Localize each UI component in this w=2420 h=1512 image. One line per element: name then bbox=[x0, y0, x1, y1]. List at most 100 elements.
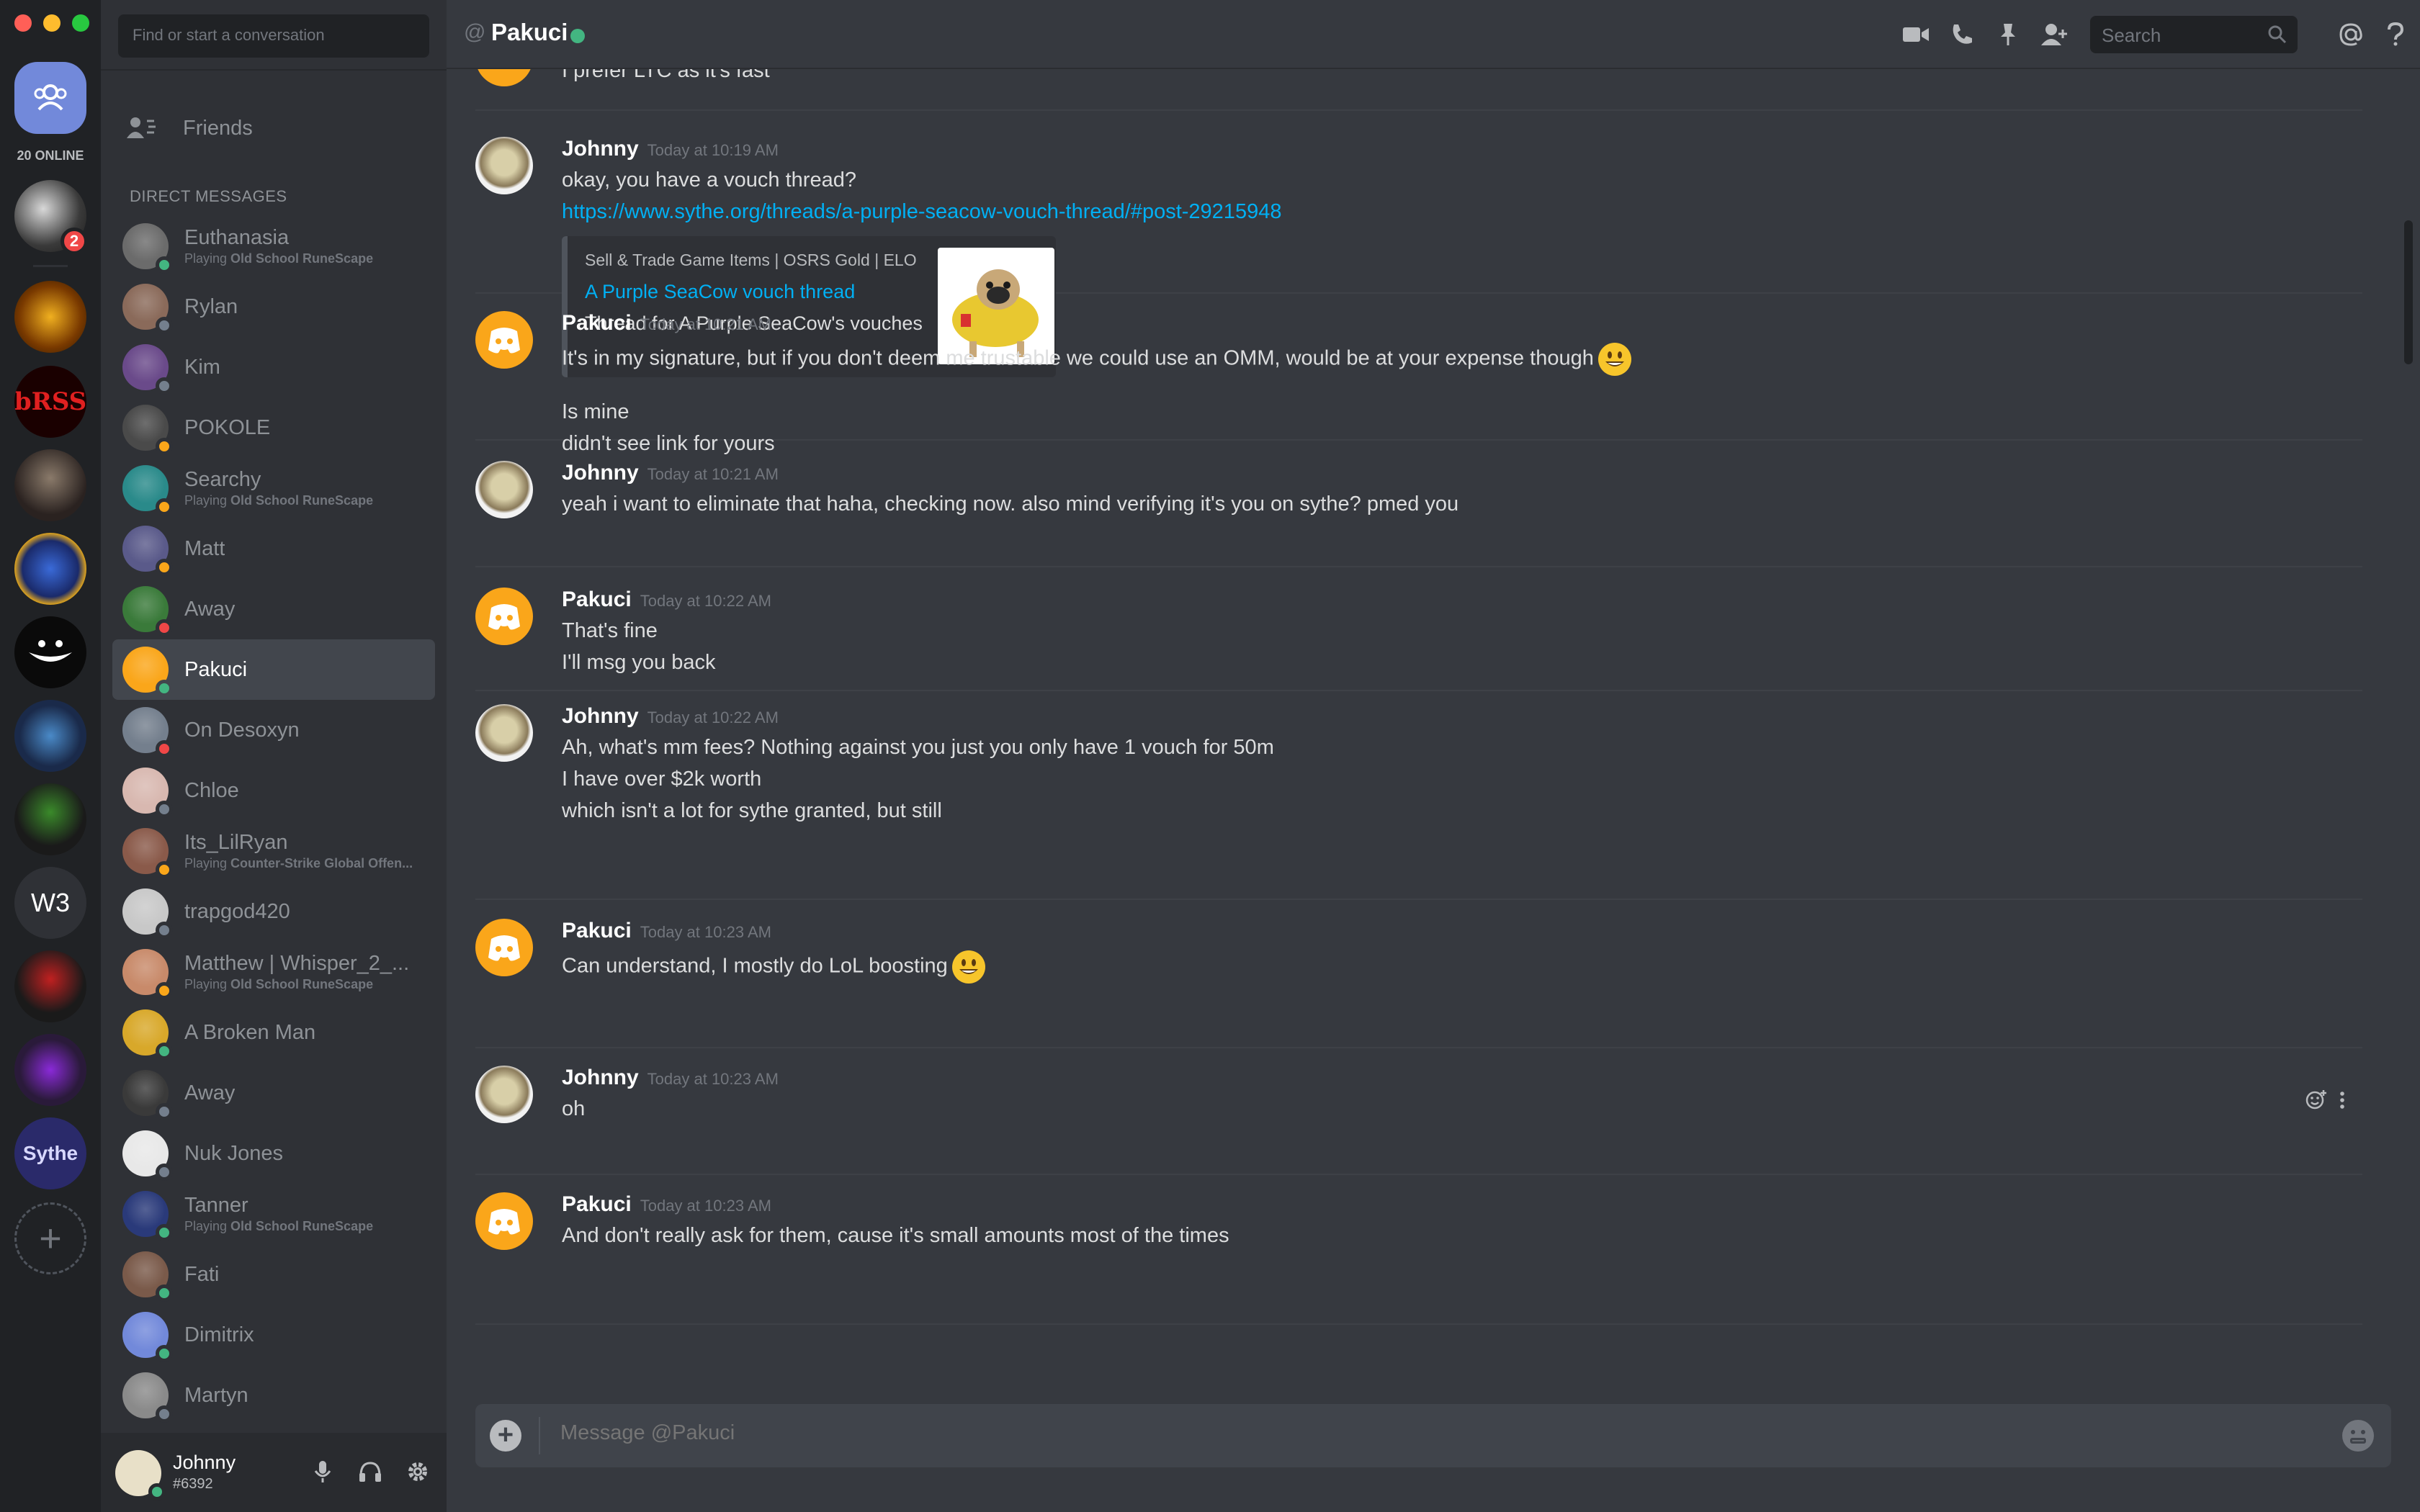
author-name[interactable]: Pakuci bbox=[562, 1192, 632, 1216]
guild-icon[interactable]: W3 bbox=[14, 867, 86, 939]
author-name[interactable]: Johnny bbox=[562, 137, 639, 161]
message-avatar[interactable] bbox=[475, 311, 533, 369]
dm-item[interactable]: Dimitrix bbox=[112, 1305, 435, 1365]
message-avatar[interactable] bbox=[475, 69, 533, 86]
message-author[interactable]: Johnny Today at 10:23 AM bbox=[562, 1066, 779, 1090]
author-name[interactable]: Pakuci bbox=[562, 588, 632, 611]
message-author[interactable]: Pakuci Today at 10:22 AM bbox=[562, 588, 771, 612]
message-author[interactable]: Johnny Today at 10:19 AM bbox=[562, 137, 779, 161]
message-link[interactable]: https://www.sythe.org/threads/a-purple-s… bbox=[562, 200, 1281, 224]
message-input[interactable] bbox=[560, 1421, 2217, 1445]
author-name[interactable]: Pakuci bbox=[562, 311, 632, 335]
add-server-button[interactable]: + bbox=[14, 1202, 86, 1274]
video-call-icon[interactable] bbox=[1900, 19, 1932, 50]
more-options-icon[interactable] bbox=[2338, 1089, 2347, 1115]
help-icon[interactable] bbox=[2380, 19, 2411, 50]
dm-avatar bbox=[122, 405, 173, 455]
microphone-icon[interactable] bbox=[308, 1457, 337, 1486]
dm-item[interactable]: A Broken Man bbox=[112, 1002, 435, 1063]
dm-item[interactable]: Tanner Playing Old School RuneScape bbox=[112, 1184, 435, 1244]
message-author[interactable]: Pakuci Today at 10:21 AM bbox=[562, 311, 771, 336]
user-avatar[interactable] bbox=[115, 1450, 166, 1500]
dm-text: Matthew | Whisper_2_... Playing Old Schoo… bbox=[184, 952, 409, 992]
author-name[interactable]: Pakuci bbox=[562, 919, 632, 942]
dm-text: Chloe bbox=[184, 779, 239, 803]
home-button[interactable] bbox=[14, 62, 86, 134]
dm-item[interactable]: Matt bbox=[112, 518, 435, 579]
smiley-emoji-icon[interactable] bbox=[1597, 343, 1631, 376]
dm-item[interactable]: Away bbox=[112, 1063, 435, 1123]
message-text: okay, you have a vouch thread? bbox=[562, 168, 856, 192]
smiley-emoji-icon[interactable] bbox=[951, 950, 985, 984]
guild-icon[interactable] bbox=[14, 616, 86, 688]
friends-nav-item[interactable]: Friends bbox=[115, 105, 432, 151]
dm-item[interactable]: Fati bbox=[112, 1244, 435, 1305]
message-avatar[interactable] bbox=[475, 704, 533, 762]
pin-icon[interactable] bbox=[1992, 19, 2024, 50]
message-content: That's fine bbox=[562, 619, 658, 642]
message-avatar[interactable] bbox=[475, 1066, 533, 1123]
dm-avatar bbox=[122, 1372, 173, 1423]
author-name[interactable]: Johnny bbox=[562, 1066, 639, 1089]
dm-item[interactable]: Searchy Playing Old School RuneScape bbox=[112, 458, 435, 518]
mentions-icon[interactable] bbox=[2335, 19, 2367, 50]
dm-item[interactable]: Chloe bbox=[112, 760, 435, 821]
guild-icon[interactable] bbox=[14, 783, 86, 855]
dm-item[interactable]: Pakuci bbox=[112, 639, 435, 700]
close-window-button[interactable] bbox=[14, 14, 32, 32]
embed-title[interactable]: A Purple SeaCow vouch thread bbox=[585, 281, 855, 303]
guild-icon[interactable] bbox=[14, 950, 86, 1022]
dm-search-input[interactable]: Find or start a conversation bbox=[118, 14, 429, 58]
message-avatar[interactable] bbox=[475, 461, 533, 518]
guild-icon[interactable] bbox=[14, 700, 86, 772]
author-name[interactable]: Johnny bbox=[562, 704, 639, 728]
online-count: 20 ONLINE bbox=[17, 148, 84, 163]
dm-item[interactable]: Kim bbox=[112, 337, 435, 397]
dm-item[interactable]: POKOLE bbox=[112, 397, 435, 458]
dm-name: Away bbox=[184, 1081, 236, 1104]
emoji-picker-icon[interactable] bbox=[2342, 1420, 2374, 1452]
message-avatar[interactable] bbox=[475, 588, 533, 645]
search-input[interactable]: Search bbox=[2090, 16, 2298, 53]
dm-item[interactable]: Martyn bbox=[112, 1365, 435, 1426]
scrollbar-thumb[interactable] bbox=[2404, 220, 2413, 364]
settings-gear-icon[interactable] bbox=[403, 1457, 432, 1486]
voice-call-icon[interactable] bbox=[1946, 19, 1978, 50]
message-text: It's in my signature, but if you don't d… bbox=[562, 343, 1631, 376]
guild-icon[interactable]: bRSS bbox=[14, 366, 86, 438]
dm-item[interactable]: Matthew | Whisper_2_... Playing Old Schoo… bbox=[112, 942, 435, 1002]
message-text: And don't really ask for them, cause it'… bbox=[562, 1224, 1229, 1248]
headphones-icon[interactable] bbox=[356, 1457, 385, 1486]
add-reaction-icon[interactable] bbox=[2305, 1089, 2328, 1115]
guild-icon[interactable] bbox=[14, 449, 86, 521]
message-content: I have over $2k worth bbox=[562, 768, 762, 791]
dm-name: Tanner bbox=[184, 1194, 248, 1217]
dm-item[interactable]: Nuk Jones bbox=[112, 1123, 435, 1184]
dm-item[interactable]: Its_LilRyan Playing Counter-Strike Global… bbox=[112, 821, 435, 881]
message-avatar[interactable] bbox=[475, 137, 533, 194]
message-avatar[interactable] bbox=[475, 1192, 533, 1250]
dm-name: On Desoxyn bbox=[184, 718, 300, 742]
message-scrollbar[interactable] bbox=[2403, 69, 2414, 1394]
message-author[interactable]: Johnny Today at 10:22 AM bbox=[562, 704, 779, 729]
dm-section-header: DIRECT MESSAGES bbox=[130, 187, 287, 205]
dm-name: Pakuci bbox=[184, 657, 248, 681]
dm-item[interactable]: Away bbox=[112, 579, 435, 639]
guild-icon[interactable] bbox=[14, 1034, 86, 1106]
add-friend-icon[interactable] bbox=[2038, 19, 2070, 50]
author-name[interactable]: Johnny bbox=[562, 461, 639, 485]
guild-icon[interactable] bbox=[14, 281, 86, 353]
message-author[interactable]: Pakuci Today at 10:23 AM bbox=[562, 1192, 771, 1217]
maximize-window-button[interactable] bbox=[72, 14, 89, 32]
minimize-window-button[interactable] bbox=[43, 14, 60, 32]
dm-item[interactable]: On Desoxyn bbox=[112, 700, 435, 760]
guild-icon[interactable] bbox=[14, 533, 86, 605]
upload-plus-icon[interactable]: + bbox=[490, 1420, 521, 1452]
message-author[interactable]: Johnny Today at 10:21 AM bbox=[562, 461, 779, 485]
dm-item[interactable]: Euthanasia Playing Old School RuneScape bbox=[112, 216, 435, 276]
message-author[interactable]: Pakuci Today at 10:23 AM bbox=[562, 919, 771, 943]
message-avatar[interactable] bbox=[475, 919, 533, 976]
dm-item[interactable]: Rylan bbox=[112, 276, 435, 337]
dm-item[interactable]: trapgod420 bbox=[112, 881, 435, 942]
guild-icon[interactable]: Sythe bbox=[14, 1117, 86, 1189]
